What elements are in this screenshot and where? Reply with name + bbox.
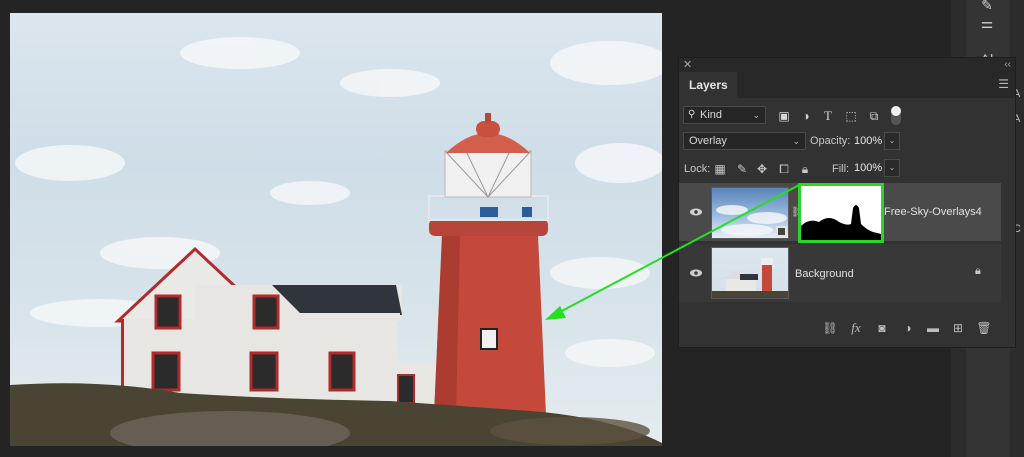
link-layers-icon[interactable]: ⛓: [822, 319, 838, 337]
collapse-icon[interactable]: ‹‹: [1004, 58, 1011, 72]
search-icon: ⚲: [688, 109, 696, 120]
close-icon[interactable]: ✕: [683, 58, 692, 72]
delete-layer-icon[interactable]: 🗑︎: [976, 319, 992, 337]
visibility-eye-icon[interactable]: [689, 266, 703, 280]
layer-name-sky[interactable]: Free-Sky-Overlays4: [884, 206, 982, 218]
opacity-slider-dropdown[interactable]: ⌄: [884, 132, 900, 150]
layer-row-background[interactable]: Background 🔒︎: [679, 244, 1001, 302]
opacity-label: Opacity:: [810, 135, 851, 147]
layer-thumbnail-sky[interactable]: [711, 187, 789, 239]
fill-label: Fill:: [832, 163, 850, 175]
layer-lock-icon[interactable]: 🔒︎: [975, 265, 981, 278]
adjustment-layer-icon[interactable]: ◑: [900, 319, 916, 337]
visibility-eye-icon[interactable]: [689, 205, 703, 219]
fill-slider-dropdown[interactable]: ⌄: [884, 159, 900, 177]
new-layer-icon[interactable]: ⊞: [950, 319, 966, 337]
lock-artboard-icon[interactable]: ⧠: [776, 161, 792, 177]
smart-object-filter-icon[interactable]: ⧉: [866, 108, 882, 124]
chevron-down-icon: ⌄: [792, 136, 800, 146]
group-icon[interactable]: ▬: [925, 319, 941, 337]
lock-position-icon[interactable]: ✥: [754, 161, 770, 177]
panel-topbar: ✕ ‹‹: [679, 58, 1015, 72]
layer-row-sky-overlay[interactable]: ⛓ Free-Sky-Overlays4: [679, 183, 1001, 243]
shape-filter-icon[interactable]: ⬚: [843, 108, 859, 124]
lock-transparent-icon[interactable]: ▦: [712, 161, 728, 177]
adjustments-sliders-icon[interactable]: ⚌: [976, 12, 998, 34]
layer-name-background[interactable]: Background: [795, 268, 854, 280]
add-mask-icon[interactable]: ◙: [874, 319, 890, 337]
lighthouse: [428, 113, 549, 415]
house: [114, 246, 444, 404]
filter-kind-value: Kind: [700, 109, 723, 121]
type-filter-icon[interactable]: T: [820, 108, 836, 124]
lighthouse-photo: [10, 37, 662, 446]
fill-input[interactable]: 100%: [851, 159, 882, 177]
lock-all-icon[interactable]: 🔒︎: [797, 161, 813, 177]
filter-toggle-icon[interactable]: [888, 104, 904, 125]
lock-label: Lock:: [684, 163, 711, 175]
document-canvas[interactable]: [10, 13, 662, 446]
opacity-input[interactable]: 100%: [851, 132, 882, 150]
image-filter-icon[interactable]: ▣: [776, 108, 792, 124]
layer-thumbnail-background[interactable]: [711, 247, 789, 299]
panel-menu-icon[interactable]: ☰: [998, 77, 1009, 91]
fx-icon[interactable]: fx: [848, 319, 864, 337]
tab-layers[interactable]: Layers: [679, 72, 737, 98]
chevron-down-icon: ⌄: [752, 110, 760, 120]
lock-image-icon[interactable]: ✎: [734, 161, 750, 177]
filter-kind-dropdown[interactable]: ⚲ Kind ⌄: [683, 106, 766, 124]
layer-mask-thumbnail[interactable]: [798, 183, 884, 243]
blend-mode-dropdown[interactable]: Overlay ⌄: [683, 132, 806, 150]
panel-tab-row: Layers ☰: [679, 72, 1015, 98]
blend-mode-value: Overlay: [689, 135, 727, 147]
adjustment-filter-icon[interactable]: ◑: [798, 108, 814, 124]
